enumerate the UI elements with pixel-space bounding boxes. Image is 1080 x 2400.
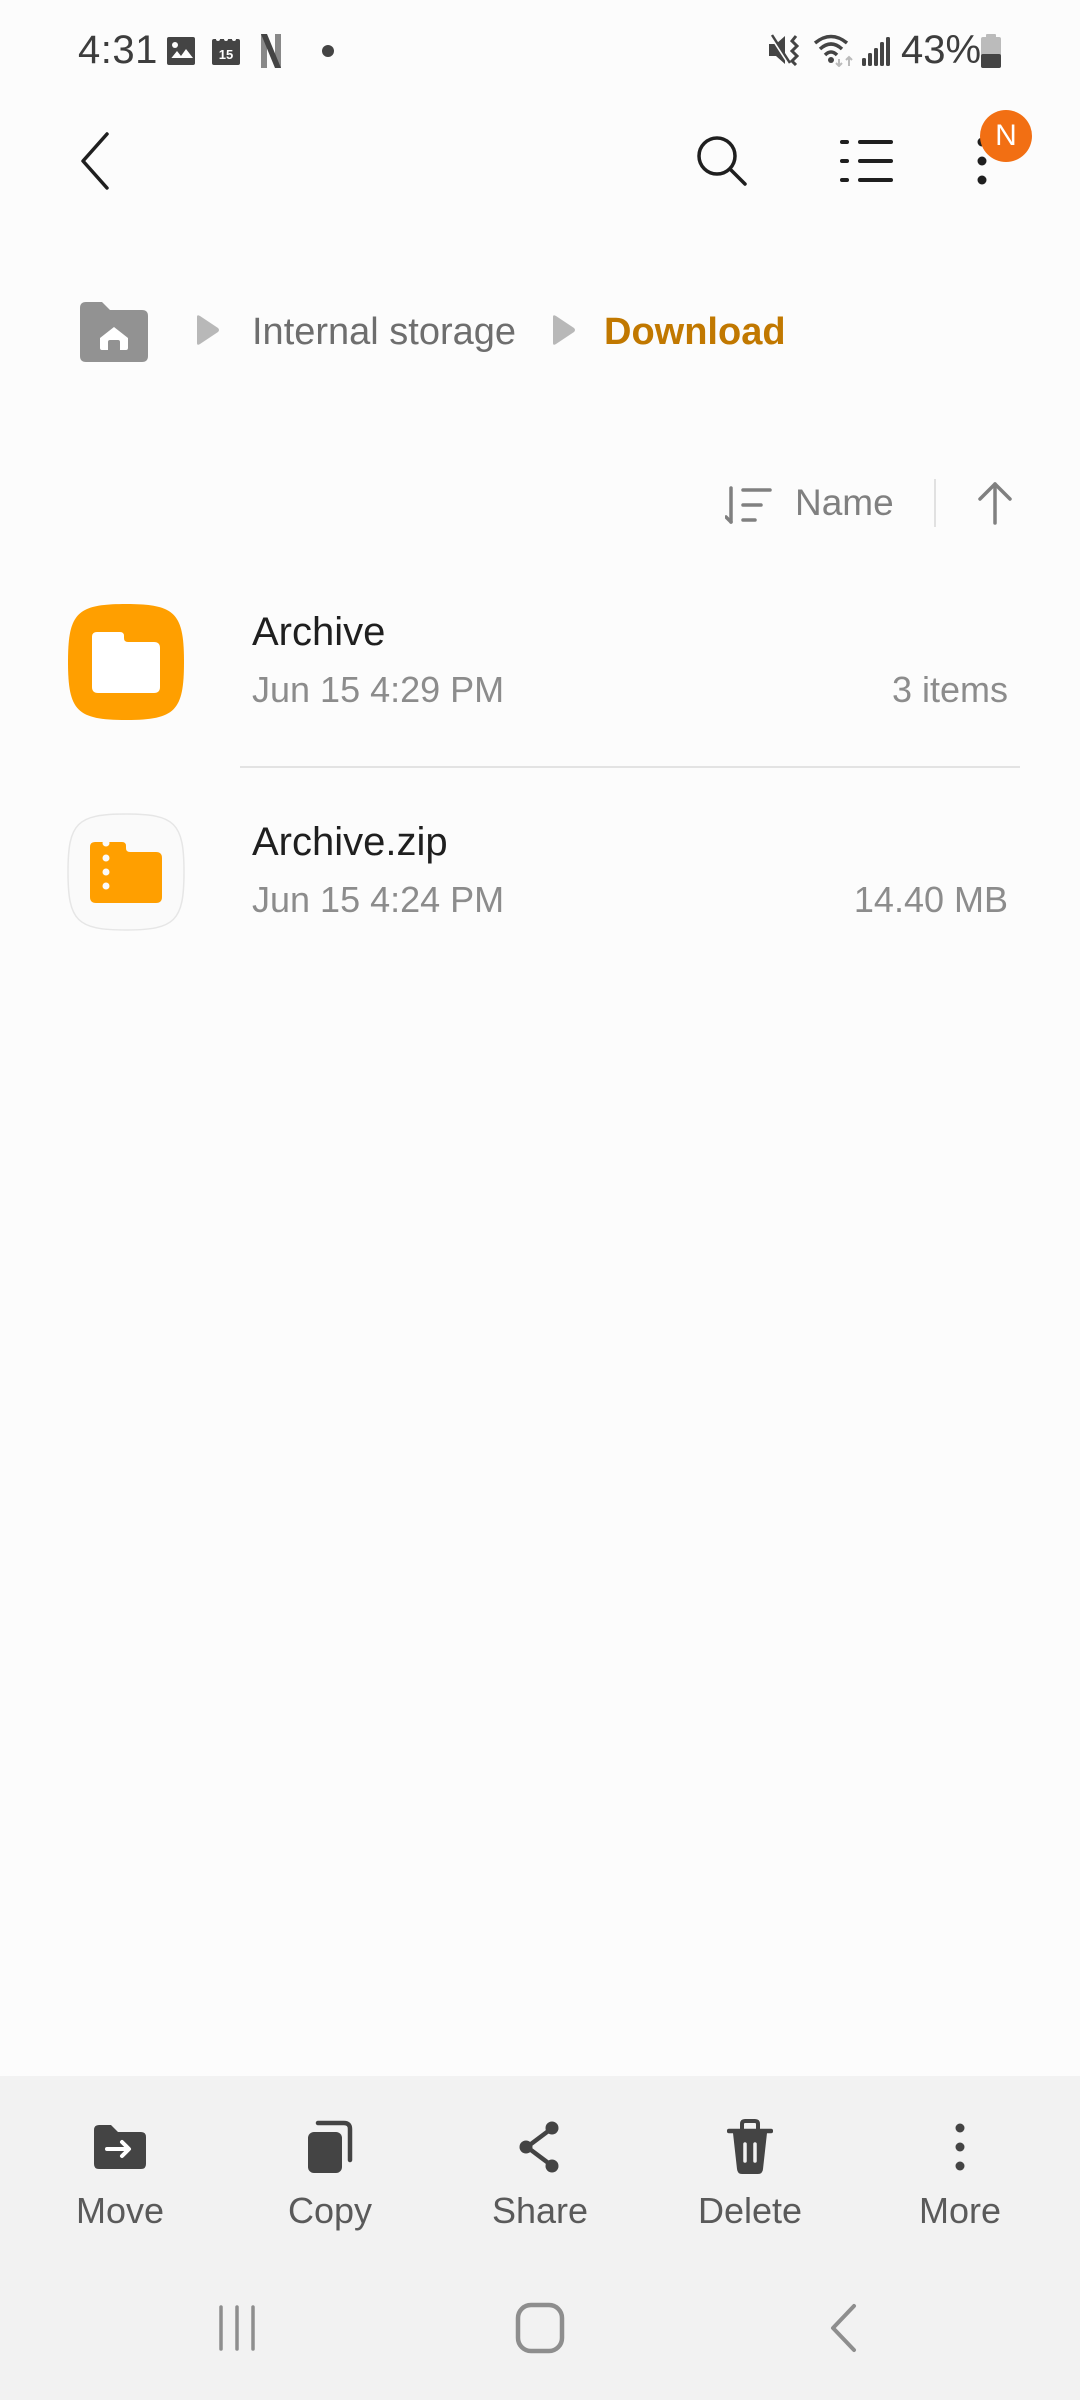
sort-by-button[interactable]: Name — [720, 470, 950, 540]
status-time: 4:31 — [78, 28, 158, 72]
file-list-item[interactable]: Archive Jun 15 4:29 PM 3 items — [0, 580, 1080, 790]
file-date: Jun 15 4:24 PM — [252, 879, 505, 920]
move-icon — [93, 2112, 147, 2182]
view-mode-button[interactable] — [827, 123, 907, 203]
recents-icon — [215, 2304, 259, 2357]
share-label: Share — [491, 2190, 589, 2231]
breadcrumb-separator-icon — [551, 314, 577, 351]
wifi-icon — [813, 33, 855, 72]
more-actions-button[interactable]: More — [860, 2100, 1060, 2240]
file-name: Archive — [252, 610, 386, 654]
gallery-icon — [166, 36, 196, 71]
copy-label: Copy — [287, 2190, 373, 2231]
move-label: Move — [75, 2190, 165, 2231]
home-folder-icon[interactable] — [78, 300, 150, 369]
chevron-left-icon — [79, 131, 111, 195]
search-button[interactable] — [682, 123, 762, 203]
file-meta: 14.40 MB — [853, 879, 1008, 920]
list-divider — [240, 766, 1020, 768]
breadcrumb-separator-icon — [195, 314, 221, 351]
share-button[interactable]: Share — [440, 2100, 640, 2240]
signal-icon — [862, 36, 890, 71]
file-meta: 3 items — [891, 669, 1008, 710]
svg-text:15: 15 — [219, 47, 233, 62]
more-vertical-icon — [954, 2112, 966, 2182]
more-label: More — [918, 2190, 1002, 2231]
sort-icon — [724, 486, 773, 531]
battery-percent: 43% — [901, 28, 982, 72]
file-date: Jun 15 4:29 PM — [252, 669, 505, 710]
share-icon — [518, 2112, 562, 2182]
file-list-item[interactable]: Archive.zip Jun 15 4:24 PM 14.40 MB — [0, 790, 1080, 1000]
mute-vibrate-icon — [769, 34, 803, 71]
back-icon — [828, 2303, 858, 2358]
folder-icon — [67, 603, 185, 721]
move-button[interactable]: Move — [20, 2100, 220, 2240]
delete-icon — [727, 2112, 773, 2182]
copy-button[interactable]: Copy — [230, 2100, 430, 2240]
battery-icon — [980, 34, 1002, 73]
sort-direction-button[interactable] — [960, 470, 1030, 540]
file-name: Archive.zip — [252, 820, 448, 864]
calendar-icon: 15 — [211, 36, 241, 71]
zip-file-icon — [67, 813, 185, 931]
delete-button[interactable]: Delete — [650, 2100, 850, 2240]
back-button[interactable] — [60, 123, 130, 203]
dot-icon — [321, 44, 335, 63]
home-button-icon — [515, 2302, 565, 2359]
sort-divider — [934, 479, 936, 527]
netflix-icon — [261, 34, 281, 73]
breadcrumb-internal-storage[interactable]: Internal storage — [252, 308, 516, 356]
recents-button[interactable] — [177, 2290, 297, 2370]
arrow-up-icon — [977, 481, 1013, 530]
notification-badge: N — [980, 110, 1032, 162]
status-bar: 4:31 15 43% — [0, 0, 1080, 100]
copy-icon — [306, 2112, 354, 2182]
breadcrumb-download[interactable]: Download — [604, 308, 786, 356]
list-view-icon — [840, 139, 894, 188]
delete-label: Delete — [697, 2190, 803, 2231]
sort-label: Name — [795, 482, 894, 523]
home-button[interactable] — [480, 2290, 600, 2370]
system-back-button[interactable] — [783, 2290, 903, 2370]
search-icon — [694, 133, 750, 194]
